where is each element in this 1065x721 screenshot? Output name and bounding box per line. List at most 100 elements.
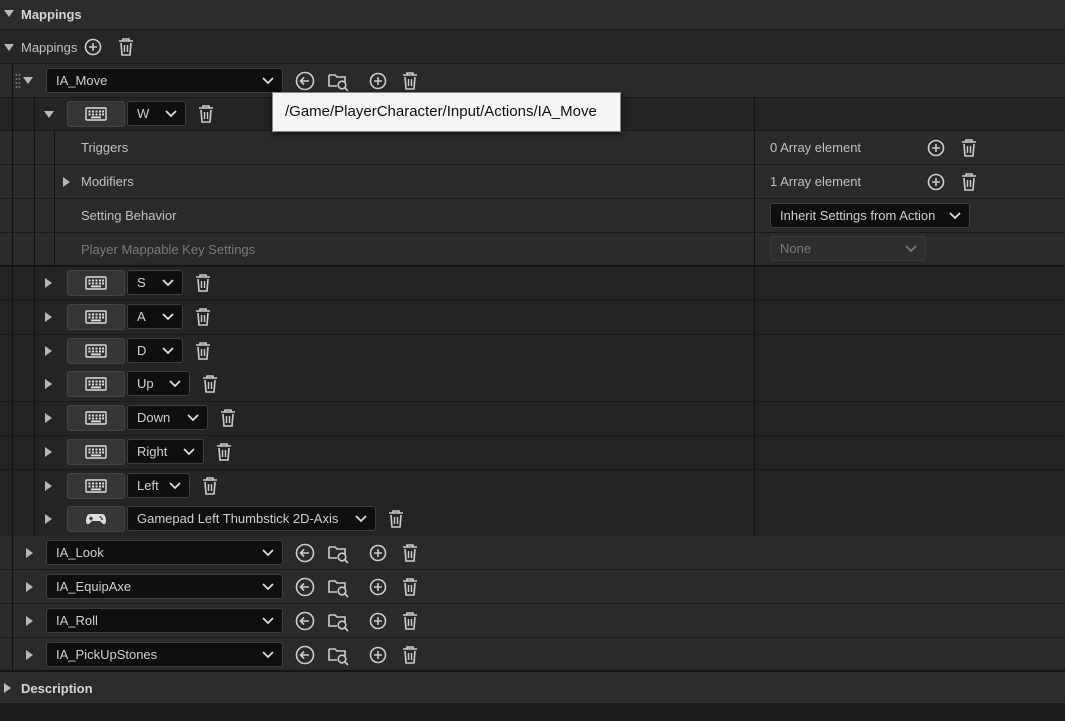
mappings-section-header[interactable]: Mappings — [0, 0, 1065, 30]
key-settings-dropdown[interactable]: None — [770, 236, 926, 261]
key-selector-button[interactable] — [67, 304, 125, 330]
expand-arrow-icon[interactable] — [63, 177, 70, 187]
input-action-dropdown[interactable]: IA_Roll — [46, 608, 283, 633]
delete-icon[interactable] — [401, 645, 419, 665]
add-icon[interactable] — [927, 173, 945, 191]
description-section-header[interactable]: Description — [0, 672, 1065, 704]
add-icon[interactable] — [369, 646, 387, 664]
setting-behavior-dropdown[interactable]: Inherit Settings from Action — [770, 203, 970, 228]
key-dropdown[interactable]: Gamepad Left Thumbstick 2D-Axis — [127, 506, 376, 531]
keyboard-icon — [85, 310, 107, 324]
delete-icon[interactable] — [215, 442, 233, 462]
key-dropdown[interactable]: Right — [127, 439, 204, 464]
expand-arrow-icon[interactable] — [45, 413, 52, 423]
key-label: Right — [137, 444, 168, 459]
dropdown-value: None — [780, 241, 812, 256]
collapse-arrow-icon[interactable] — [23, 77, 33, 84]
expand-arrow-icon[interactable] — [26, 582, 33, 592]
key-dropdown[interactable]: Down — [127, 405, 208, 430]
key-selector-button[interactable] — [67, 405, 125, 431]
expand-arrow-icon[interactable] — [45, 447, 52, 457]
delete-icon[interactable] — [219, 408, 237, 428]
key-selector-button[interactable] — [67, 473, 125, 499]
browse-asset-icon[interactable] — [327, 610, 349, 632]
key-selector-button[interactable] — [67, 270, 125, 296]
key-dropdown[interactable]: W — [127, 101, 186, 126]
keyboard-icon — [85, 377, 107, 391]
expand-arrow-icon[interactable] — [45, 346, 52, 356]
key-label: Gamepad Left Thumbstick 2D-Axis — [137, 511, 339, 526]
expand-arrow-icon[interactable] — [45, 514, 52, 524]
browse-asset-icon[interactable] — [327, 644, 349, 666]
delete-icon[interactable] — [197, 104, 215, 124]
action-row: IA_Look — [0, 536, 1065, 570]
expand-arrow-icon[interactable] — [4, 683, 11, 693]
key-selector-button[interactable] — [67, 439, 125, 465]
input-action-dropdown[interactable]: IA_Move — [46, 68, 283, 93]
key-dropdown[interactable]: Up — [127, 371, 190, 396]
key-selector-button[interactable] — [67, 506, 125, 532]
delete-icon[interactable] — [401, 543, 419, 563]
delete-icon[interactable] — [201, 374, 219, 394]
expand-arrow-icon[interactable] — [45, 312, 52, 322]
delete-icon[interactable] — [960, 172, 978, 192]
delete-icon[interactable] — [401, 71, 419, 91]
property-row-triggers: Triggers 0 Array element — [0, 131, 1065, 165]
delete-icon[interactable] — [960, 138, 978, 158]
use-selected-asset-icon[interactable] — [294, 610, 316, 632]
key-selector-button[interactable] — [67, 338, 125, 364]
input-action-dropdown[interactable]: IA_EquipAxe — [46, 574, 283, 599]
expand-arrow-icon[interactable] — [45, 379, 52, 389]
use-selected-asset-icon[interactable] — [294, 542, 316, 564]
collapse-arrow-icon[interactable] — [4, 44, 14, 51]
add-icon[interactable] — [369, 72, 387, 90]
delete-icon[interactable] — [117, 37, 135, 57]
browse-asset-icon[interactable] — [327, 576, 349, 598]
key-mapping-row: Up — [0, 368, 1065, 402]
chevron-down-icon — [162, 347, 174, 355]
delete-icon[interactable] — [201, 476, 219, 496]
expand-arrow-icon[interactable] — [45, 481, 52, 491]
action-row: IA_Roll — [0, 604, 1065, 638]
key-mapping-row: S — [0, 267, 1065, 301]
add-icon[interactable] — [84, 38, 102, 56]
delete-icon[interactable] — [401, 611, 419, 631]
delete-icon[interactable] — [194, 307, 212, 327]
add-icon[interactable] — [369, 612, 387, 630]
key-selector-button[interactable] — [67, 101, 125, 127]
use-selected-asset-icon[interactable] — [294, 644, 316, 666]
key-dropdown[interactable]: Left — [127, 473, 190, 498]
keyboard-icon — [85, 445, 107, 459]
key-selector-button[interactable] — [67, 371, 125, 397]
delete-icon[interactable] — [194, 341, 212, 361]
key-mapping-row: A — [0, 301, 1065, 335]
browse-asset-icon[interactable] — [327, 542, 349, 564]
use-selected-asset-icon[interactable] — [294, 70, 316, 92]
expand-arrow-icon[interactable] — [26, 616, 33, 626]
expand-arrow-icon[interactable] — [45, 278, 52, 288]
collapse-arrow-icon[interactable] — [4, 10, 14, 17]
drag-handle-icon[interactable] — [15, 73, 21, 89]
property-label: Triggers — [81, 140, 129, 155]
key-dropdown[interactable]: S — [127, 270, 183, 295]
key-dropdown[interactable]: D — [127, 338, 183, 363]
add-icon[interactable] — [927, 139, 945, 157]
delete-icon[interactable] — [401, 577, 419, 597]
collapse-arrow-icon[interactable] — [44, 111, 54, 118]
input-action-dropdown[interactable]: IA_Look — [46, 540, 283, 565]
chevron-down-icon — [165, 110, 177, 118]
key-mapping-row: Gamepad Left Thumbstick 2D-Axis — [0, 503, 1065, 537]
use-selected-asset-icon[interactable] — [294, 576, 316, 598]
action-row: IA_EquipAxe — [0, 570, 1065, 604]
add-icon[interactable] — [369, 578, 387, 596]
delete-icon[interactable] — [387, 509, 405, 529]
delete-icon[interactable] — [194, 273, 212, 293]
chevron-down-icon — [162, 313, 174, 321]
expand-arrow-icon[interactable] — [26, 548, 33, 558]
key-dropdown[interactable]: A — [127, 304, 183, 329]
tooltip-text: /Game/PlayerCharacter/Input/Actions/IA_M… — [285, 103, 597, 120]
add-icon[interactable] — [369, 544, 387, 562]
input-action-dropdown[interactable]: IA_PickUpStones — [46, 642, 283, 667]
browse-asset-icon[interactable] — [327, 70, 349, 92]
expand-arrow-icon[interactable] — [26, 650, 33, 660]
